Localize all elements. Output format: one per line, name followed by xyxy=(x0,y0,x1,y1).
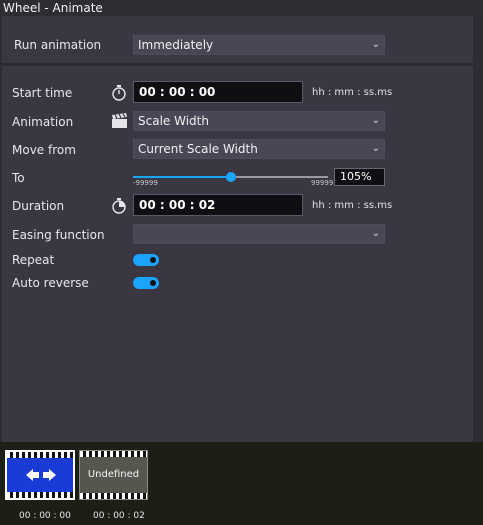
animation-label: Animation xyxy=(12,115,74,129)
to-slider-thumb[interactable] xyxy=(226,172,236,182)
to-slider-fill[interactable] xyxy=(133,176,231,178)
film-perforation xyxy=(80,493,147,499)
clip-time-start: 00 : 00 : 00 xyxy=(19,511,71,521)
clip-time-end: 00 : 00 : 02 xyxy=(93,511,145,521)
chevron-down-icon: ⌄ xyxy=(371,115,380,126)
toggle-knob xyxy=(150,280,156,286)
to-slider-track[interactable] xyxy=(231,176,328,178)
to-value-input[interactable]: 105% xyxy=(334,168,385,186)
run-animation-value: Immediately xyxy=(138,38,214,52)
move-from-label: Move from xyxy=(12,143,76,157)
to-slider-max: 99999 xyxy=(311,179,334,187)
scrollbar-track[interactable] xyxy=(473,16,483,442)
animation-dropdown[interactable]: Scale Width ⌄ xyxy=(133,111,385,131)
to-label: To xyxy=(12,171,25,185)
chevron-down-icon: ⌄ xyxy=(371,39,380,50)
scale-arrows-icon xyxy=(26,469,56,481)
repeat-label: Repeat xyxy=(12,253,55,267)
duration-label: Duration xyxy=(12,199,65,213)
clip-label: Undefined xyxy=(87,469,140,480)
film-perforation xyxy=(80,451,147,457)
clapperboard-icon xyxy=(111,113,129,132)
repeat-toggle[interactable] xyxy=(133,254,159,266)
duration-format-hint: hh : mm : ss.ms xyxy=(312,200,393,211)
stopwatch-icon xyxy=(111,197,127,218)
film-perforation xyxy=(7,492,73,498)
film-perforation xyxy=(7,452,73,458)
to-slider-min: -99999 xyxy=(133,179,158,187)
start-time-input[interactable]: 00 : 00 : 00 xyxy=(133,81,303,103)
easing-function-dropdown[interactable]: ⌄ xyxy=(133,224,385,244)
duration-input[interactable]: 00 : 00 : 02 xyxy=(133,194,303,216)
stopwatch-icon xyxy=(111,84,127,105)
auto-reverse-toggle[interactable] xyxy=(133,277,159,289)
timeline-clip-start[interactable] xyxy=(5,450,75,500)
start-time-format-hint: hh : mm : ss.ms xyxy=(312,87,393,98)
auto-reverse-label: Auto reverse xyxy=(12,276,89,290)
chevron-down-icon: ⌄ xyxy=(371,143,380,154)
start-time-label: Start time xyxy=(12,86,73,100)
toggle-knob xyxy=(150,257,156,263)
easing-function-label: Easing function xyxy=(12,228,105,242)
run-animation-label: Run animation xyxy=(14,38,102,52)
animation-value: Scale Width xyxy=(138,114,209,128)
move-from-value: Current Scale Width xyxy=(138,142,258,156)
timeline-clip-end[interactable]: Undefined xyxy=(79,450,148,500)
chevron-down-icon: ⌄ xyxy=(371,228,380,239)
run-animation-dropdown[interactable]: Immediately ⌄ xyxy=(133,35,385,55)
move-from-dropdown[interactable]: Current Scale Width ⌄ xyxy=(133,139,385,159)
window-title: Wheel - Animate xyxy=(0,0,483,16)
